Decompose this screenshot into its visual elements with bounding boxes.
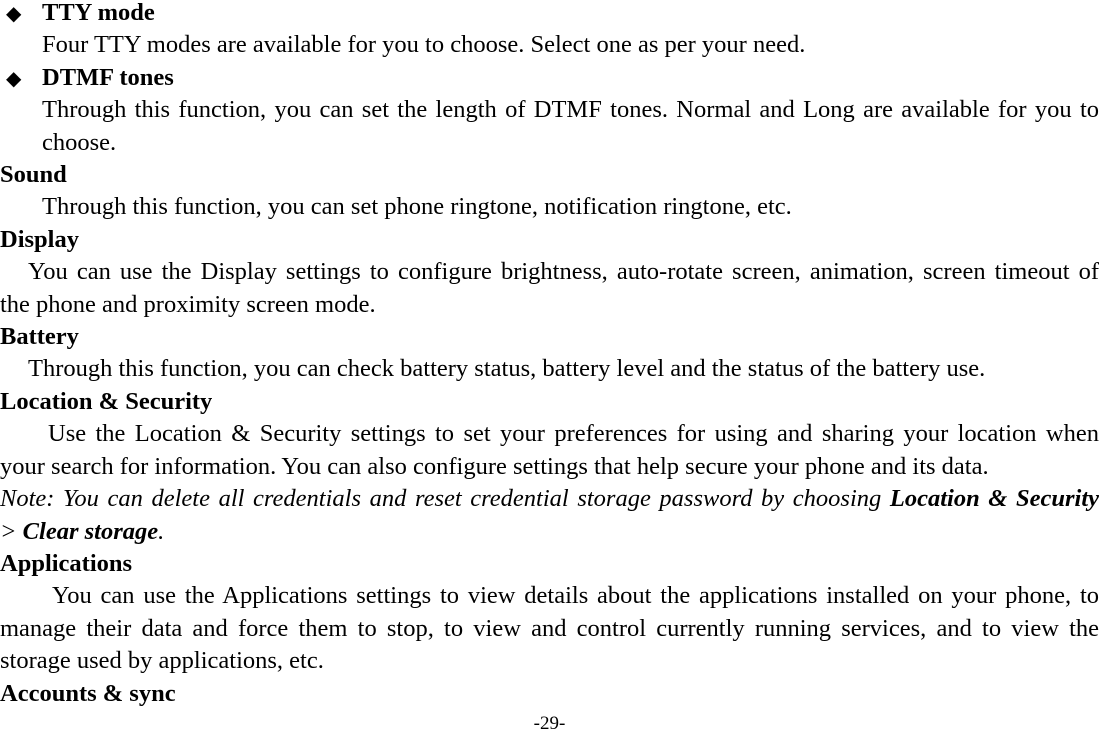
note-emphasis-location-security: Location & Security (889, 485, 1099, 513)
note-line-2: > Clear storage. (0, 516, 1099, 548)
bullet-item-dtmf-tones: ◆ DTMF tones (0, 62, 1099, 94)
section-heading-display: Display (0, 225, 79, 253)
section-body-location-security: Use the Location & Security settings to … (0, 418, 1099, 483)
bullet-item-tty-mode: ◆ TTY mode (0, 0, 1099, 29)
manual-page: ◆ TTY mode Four TTY modes are available … (0, 0, 1099, 736)
text-line: You can use the Applications settings to… (52, 582, 1099, 610)
section-heading-accounts-sync: Accounts & sync (0, 679, 176, 707)
section-body-sound: Through this function, you can set phone… (42, 193, 792, 221)
note-prefix-text: Note: You can delete all credentials and… (0, 485, 890, 513)
diamond-bullet-icon: ◆ (6, 1, 22, 25)
note-line-1: Note: You can delete all credentials and… (0, 483, 1099, 515)
section-body-applications: You can use the Applications settings to… (0, 580, 1099, 677)
note-paragraph: Note: You can delete all credentials and… (0, 483, 1099, 548)
text-line: Through this function, you can set the l… (42, 96, 1099, 124)
text-line: Use the Location & Security settings to … (48, 420, 1099, 448)
section-heading-sound: Sound (0, 161, 67, 189)
section-heading-battery: Battery (0, 323, 79, 351)
text-line: manage their data and force them to stop… (0, 614, 1099, 642)
section-body-battery: Through this function, you can check bat… (28, 355, 986, 383)
page-content: ◆ TTY mode Four TTY modes are available … (0, 0, 1099, 710)
note-middle-text: > (0, 517, 23, 545)
section-heading-location-security: Location & Security (0, 387, 213, 415)
section-heading-applications: Applications (0, 549, 133, 577)
text-line: storage used by applications, etc. (0, 647, 324, 675)
section-body-display: You can use the Display settings to conf… (0, 256, 1099, 321)
bullet-body-tty-mode: Four TTY modes are available for you to … (42, 31, 806, 59)
note-suffix-text: . (158, 517, 165, 545)
text-line: choose. (42, 128, 117, 156)
text-line: your search for information. You can als… (0, 452, 989, 480)
bullet-title-tty-mode: TTY mode (42, 0, 155, 26)
text-line: the phone and proximity screen mode. (0, 290, 376, 318)
page-number: -29- (533, 713, 566, 734)
diamond-bullet-icon: ◆ (6, 65, 22, 90)
note-emphasis-clear-storage: Clear storage (22, 517, 159, 545)
text-line: You can use the Display settings to conf… (28, 258, 1099, 286)
bullet-title-dtmf-tones: DTMF tones (42, 63, 174, 91)
bullet-body-dtmf-tones: Through this function, you can set the l… (42, 94, 1099, 159)
